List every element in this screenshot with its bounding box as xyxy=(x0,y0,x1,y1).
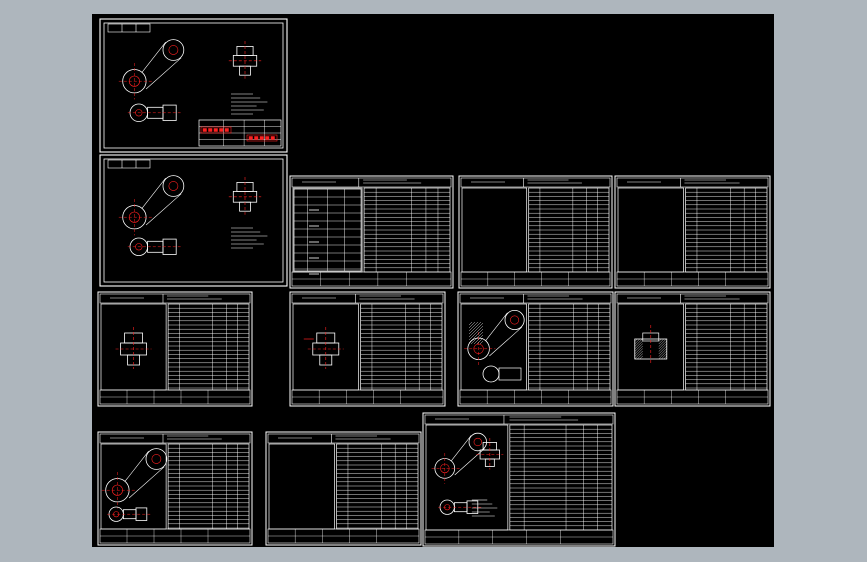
card-border xyxy=(614,291,771,407)
card-border xyxy=(614,175,771,289)
card-r2c3 xyxy=(457,291,614,407)
sheets-layer xyxy=(97,18,771,547)
card-r2c2 xyxy=(289,291,446,407)
card-r3c1 xyxy=(97,431,253,546)
cad-model-space[interactable] xyxy=(92,14,774,547)
card-r1c1 xyxy=(289,175,454,289)
cad-drawing xyxy=(97,18,771,547)
card-r2c1 xyxy=(97,291,253,407)
card-r1c2 xyxy=(458,175,613,289)
card-r3c2 xyxy=(265,431,422,546)
sheet-border xyxy=(99,154,288,287)
card-r1c3 xyxy=(614,175,771,289)
sheet-border xyxy=(99,18,288,153)
sheet-assembly xyxy=(99,18,288,153)
card-r2c4 xyxy=(614,291,771,407)
card-border xyxy=(458,175,613,289)
sheet-frame xyxy=(103,158,284,283)
sheet-frame xyxy=(103,22,284,149)
card-r3c3 xyxy=(422,412,616,547)
sheet-blank xyxy=(99,154,288,287)
